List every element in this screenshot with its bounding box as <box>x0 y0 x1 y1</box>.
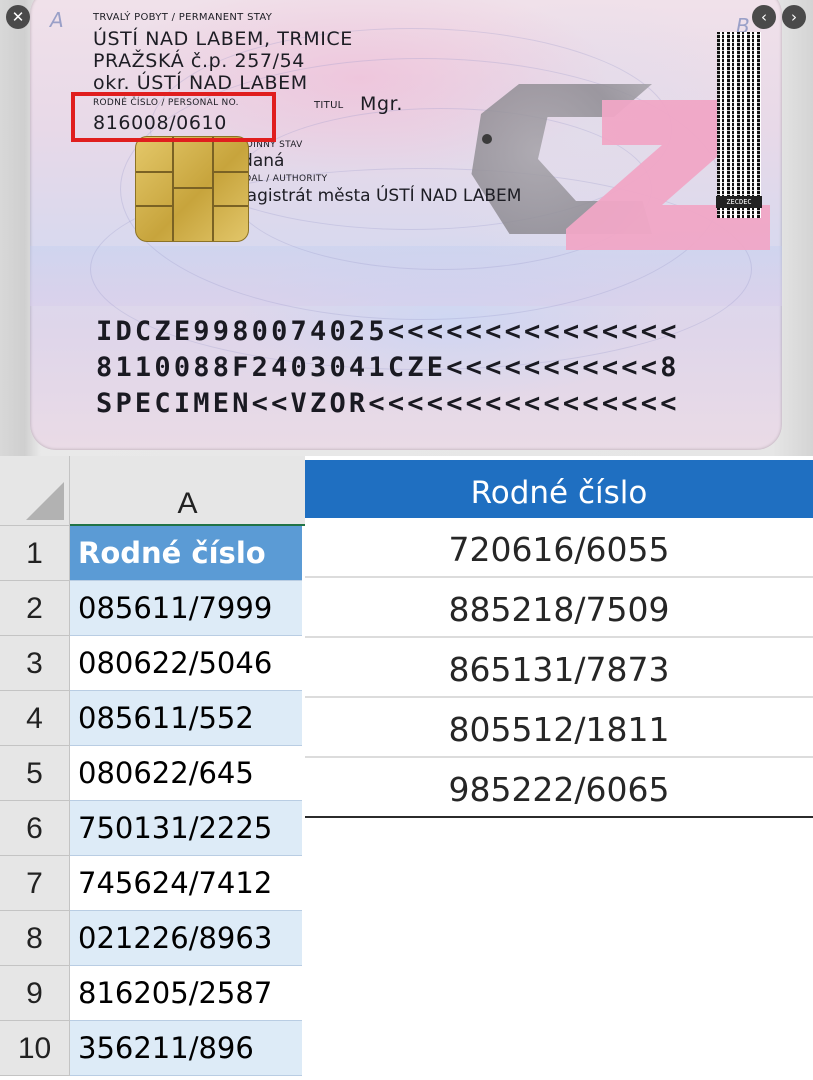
row-header[interactable]: 4 <box>0 691 70 746</box>
row-header[interactable]: 6 <box>0 801 70 856</box>
row-header[interactable]: 2 <box>0 581 70 636</box>
row-header[interactable]: 8 <box>0 911 70 966</box>
side-a-letter: A <box>50 8 64 32</box>
card-dot <box>482 134 492 144</box>
sheet-cell[interactable]: 080622/645 <box>70 746 302 801</box>
sheet-cell[interactable]: 816205/2587 <box>70 966 302 1021</box>
chevron-left-icon[interactable]: ‹ <box>752 5 776 29</box>
row-header[interactable]: 1 <box>0 526 70 581</box>
barcode <box>717 32 761 218</box>
chevron-right-icon[interactable]: › <box>782 5 806 29</box>
sheet-header-cell[interactable]: Rodné číslo <box>70 526 302 581</box>
sheet-cell[interactable]: 750131/2225 <box>70 801 302 856</box>
table-row: 865131/7873 <box>305 638 813 698</box>
title-label: TITUL <box>314 100 344 111</box>
barcode-label: ZECDEC <box>716 196 762 208</box>
authority-value: Magistrát města ÚSTÍ NAD LABEM <box>232 186 522 206</box>
mrz-line-1: IDCZE9980074025<<<<<<<<<<<<<<< <box>96 316 680 347</box>
table-row: 720616/6055 <box>305 518 813 578</box>
column-header-a[interactable]: A <box>70 456 305 526</box>
table-header: Rodné číslo <box>305 460 813 518</box>
sheet-cell[interactable]: 745624/7412 <box>70 856 302 911</box>
row-header[interactable]: 3 <box>0 636 70 691</box>
personal-no-highlight <box>71 92 276 142</box>
mrz-line-3: SPECIMEN<<VZOR<<<<<<<<<<<<<<<< <box>96 388 680 419</box>
select-all-corner[interactable] <box>0 456 70 526</box>
mrz-line-2: 8110088F2403041CZE<<<<<<<<<<<8 <box>96 352 680 383</box>
table-row: 885218/7509 <box>305 578 813 638</box>
table-row: 985222/6065 <box>305 758 813 818</box>
title-value: Mgr. <box>360 93 403 115</box>
permanent-stay-label: TRVALÝ POBYT / PERMANENT STAY <box>93 12 273 23</box>
sheet-cell[interactable]: 085611/7999 <box>70 581 302 636</box>
sheet-cell[interactable]: 085611/552 <box>70 691 302 746</box>
address-line-2: PRAŽSKÁ č.p. 257/54 <box>93 50 305 72</box>
close-icon[interactable]: ✕ <box>6 5 30 29</box>
address-line-3: okr. ÚSTÍ NAD LABEM <box>93 72 308 94</box>
sheet-cell[interactable]: 021226/8963 <box>70 911 302 966</box>
address-line-1: ÚSTÍ NAD LABEM, TRMICE <box>93 28 353 50</box>
spreadsheet: A 1 Rodné číslo 2 085611/7999 3 080622/5… <box>0 456 305 1080</box>
smart-chip <box>135 136 249 242</box>
id-card: A B TRVALÝ POBYT / PERMANENT STAY ÚSTÍ N… <box>30 0 782 450</box>
sheet-cell[interactable]: 356211/896 <box>70 1021 302 1076</box>
table-row: 805512/1811 <box>305 698 813 758</box>
row-header[interactable]: 7 <box>0 856 70 911</box>
id-card-image: A B TRVALÝ POBYT / PERMANENT STAY ÚSTÍ N… <box>0 0 813 456</box>
row-header[interactable]: 10 <box>0 1021 70 1076</box>
sheet-cell[interactable]: 080622/5046 <box>70 636 302 691</box>
row-header[interactable]: 9 <box>0 966 70 1021</box>
row-header[interactable]: 5 <box>0 746 70 801</box>
